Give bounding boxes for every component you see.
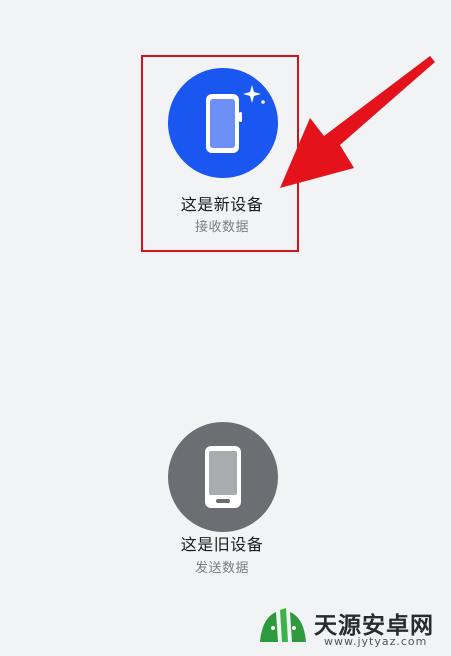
- old-device-option[interactable]: 这是旧设备 发送数据: [142, 406, 302, 586]
- new-device-subtitle: 接收数据: [194, 220, 249, 235]
- old-phone-icon: [205, 446, 241, 508]
- new-phone-icon: [206, 85, 265, 153]
- watermark-url: www.jytyaz.com: [324, 635, 428, 648]
- new-device-circle: [168, 68, 278, 178]
- android-logo-icon: [260, 608, 306, 642]
- watermark: 天源安卓网 www.jytyaz.com: [248, 600, 448, 652]
- old-device-circle: [168, 422, 278, 532]
- old-device-title: 这是旧设备: [180, 535, 264, 554]
- old-device-subtitle: 发送数据: [194, 561, 249, 576]
- red-arrow-icon: [280, 56, 435, 188]
